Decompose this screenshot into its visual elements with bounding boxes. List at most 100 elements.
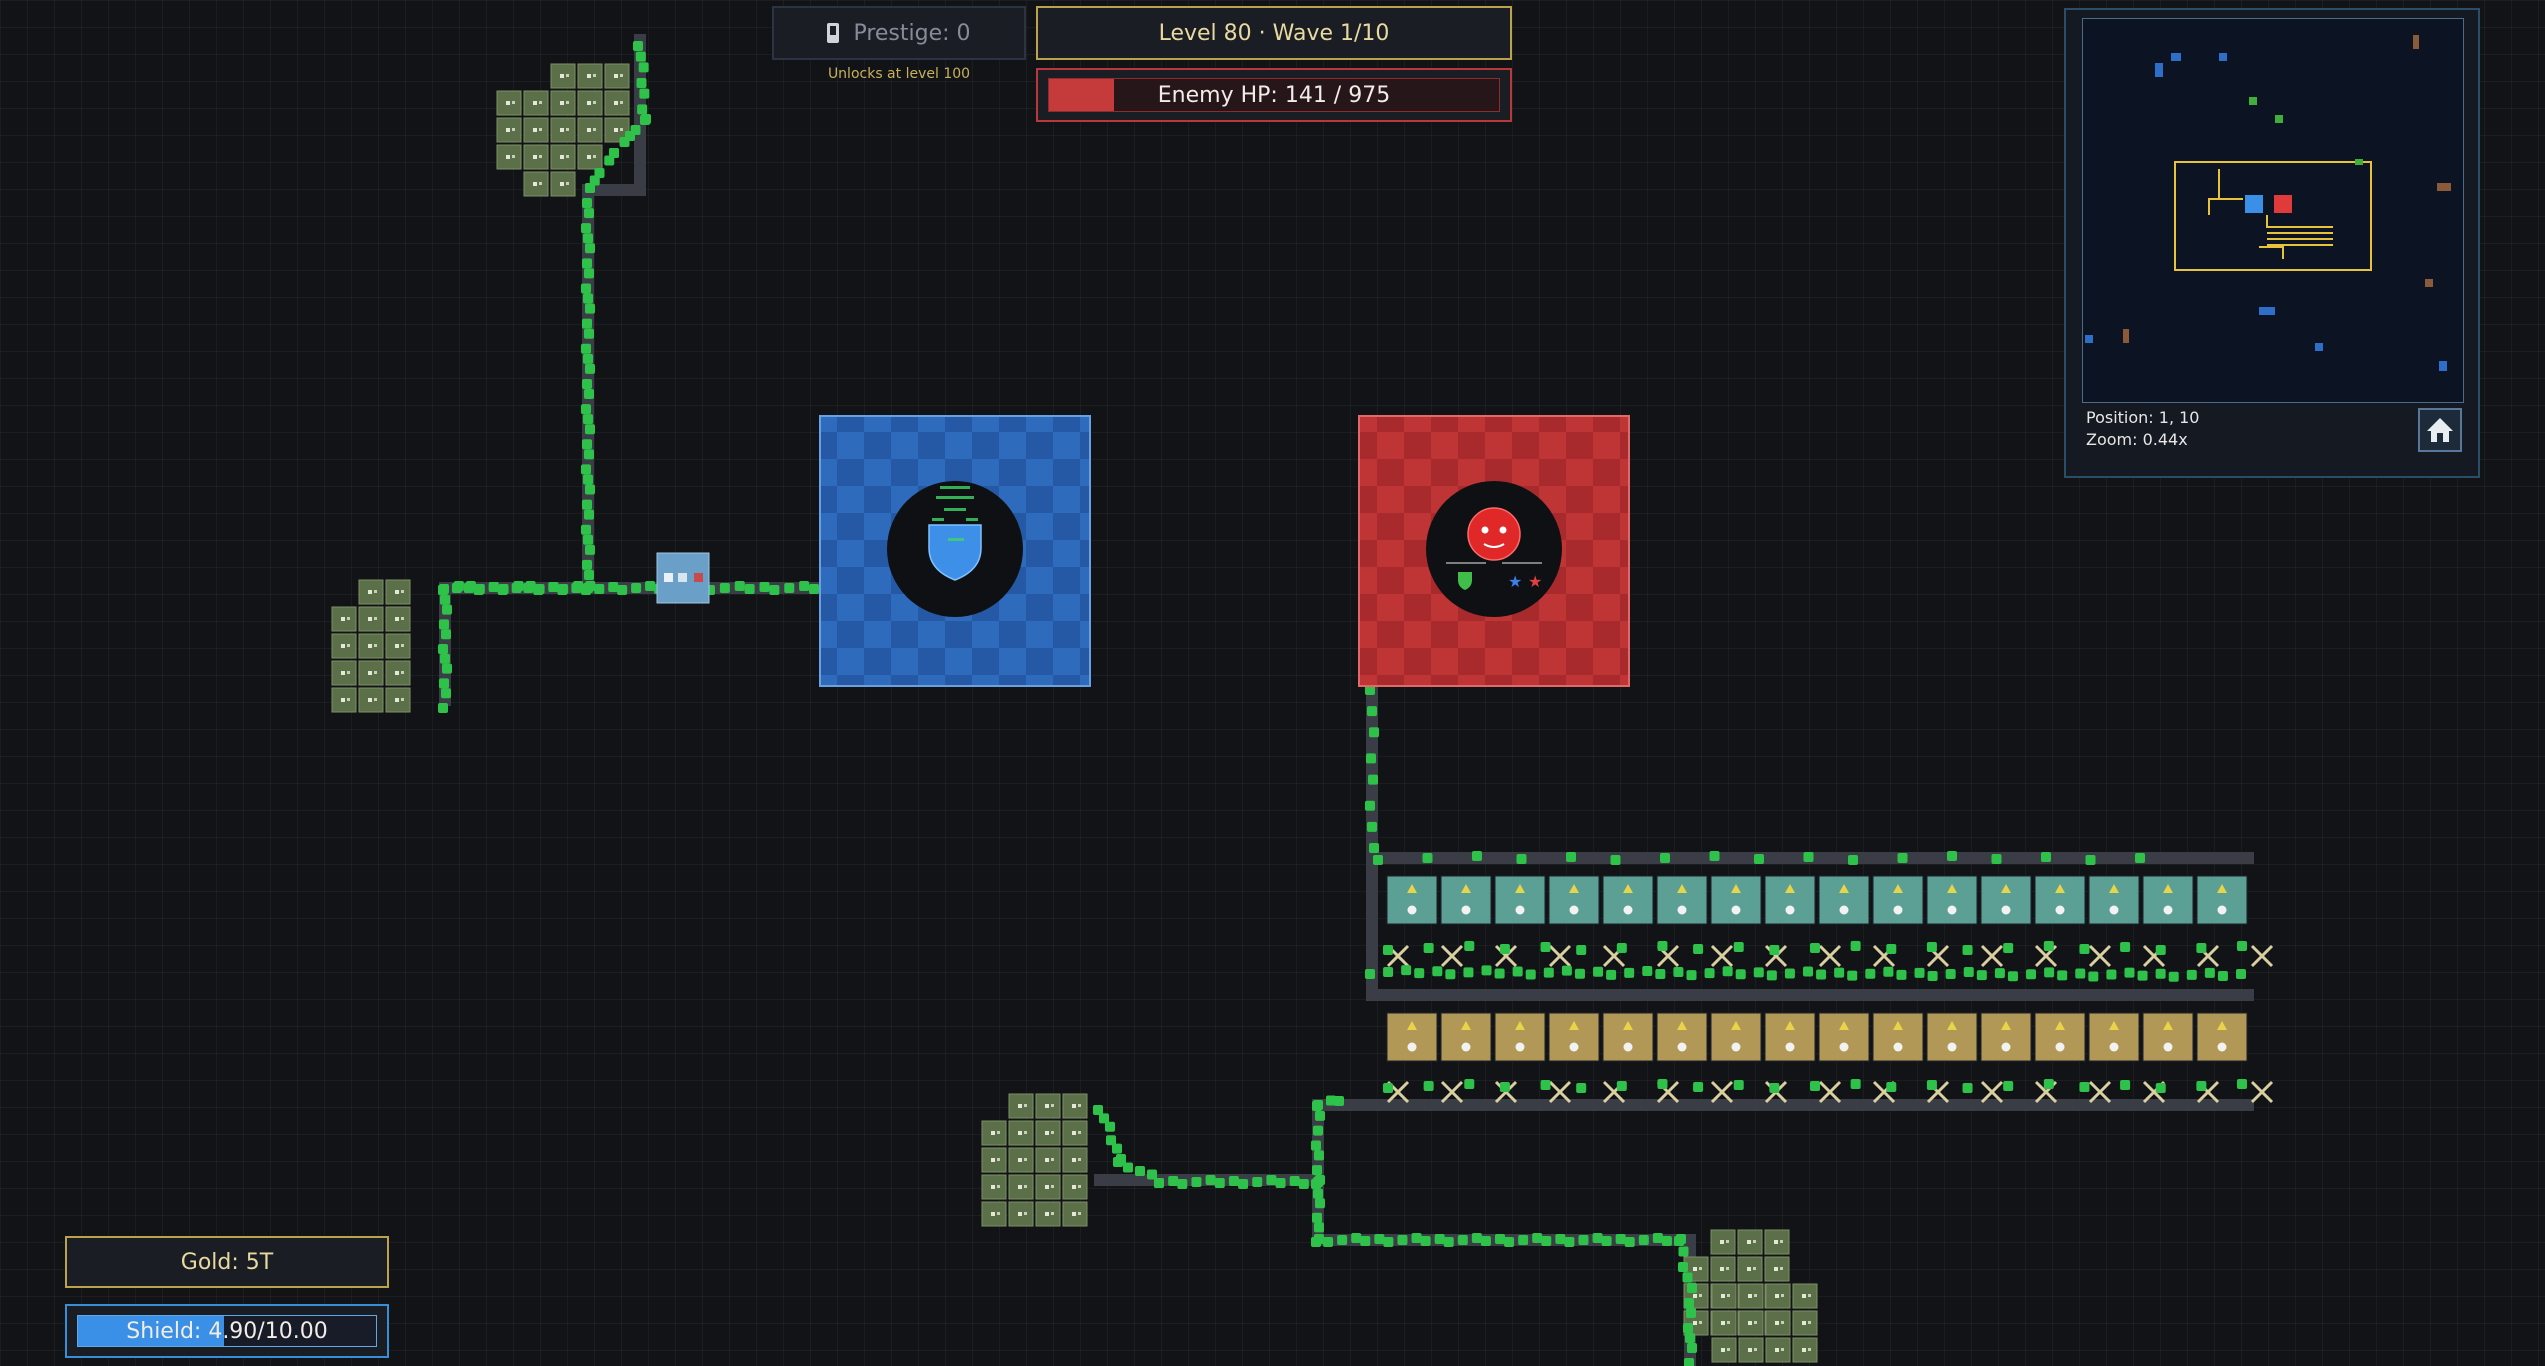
minimap-panel[interactable]: Position: 1, 10 Zoom: 0.44x [2064, 8, 2480, 478]
farm-plot[interactable] [1062, 1120, 1088, 1146]
farm-plot[interactable] [1035, 1174, 1061, 1200]
tower[interactable] [2142, 1012, 2194, 1062]
tower[interactable] [1602, 1012, 1654, 1062]
farm-plot[interactable] [1792, 1310, 1818, 1336]
tower[interactable] [1494, 875, 1546, 925]
farm-plot[interactable] [550, 63, 576, 89]
farm-plot[interactable] [1764, 1229, 1790, 1255]
farm-plot[interactable] [1035, 1147, 1061, 1173]
tower[interactable] [1548, 1012, 1600, 1062]
farm-plot[interactable] [1737, 1256, 1763, 1282]
farm-plot[interactable] [331, 687, 357, 713]
farm-plot[interactable] [331, 660, 357, 686]
tower[interactable] [1386, 1012, 1438, 1062]
tower[interactable] [1656, 1012, 1708, 1062]
home-button[interactable] [2418, 408, 2462, 452]
farm-plot[interactable] [577, 117, 603, 143]
farm-plot[interactable] [981, 1174, 1007, 1200]
farm-plot[interactable] [550, 144, 576, 170]
farm-plot[interactable] [1710, 1229, 1736, 1255]
farm-plot[interactable] [1008, 1201, 1034, 1227]
farm-plot[interactable] [358, 660, 384, 686]
farm-plot[interactable] [1008, 1174, 1034, 1200]
farm-plot[interactable] [1738, 1283, 1764, 1309]
farm-plot[interactable] [385, 579, 411, 605]
farm-plot[interactable] [523, 144, 549, 170]
tower[interactable] [2034, 1012, 2086, 1062]
farm-plot[interactable] [1008, 1147, 1034, 1173]
farm-plot[interactable] [385, 660, 411, 686]
farm-plot[interactable] [1062, 1201, 1088, 1227]
farm-plot[interactable] [550, 117, 576, 143]
farm-plot[interactable] [1062, 1147, 1088, 1173]
farm-plot[interactable] [1792, 1283, 1818, 1309]
farm-plot[interactable] [1765, 1337, 1791, 1363]
tower[interactable] [2142, 875, 2194, 925]
prestige-panel[interactable]: Prestige: 0 [772, 6, 1026, 60]
tower[interactable] [2196, 875, 2248, 925]
tower[interactable] [1872, 1012, 1924, 1062]
farm-plot[interactable] [331, 606, 357, 632]
farm-plot[interactable] [604, 63, 630, 89]
farm-plot[interactable] [523, 171, 549, 197]
tower[interactable] [1656, 875, 1708, 925]
tower[interactable] [1926, 875, 1978, 925]
farm-plot[interactable] [358, 687, 384, 713]
tower[interactable] [1980, 1012, 2032, 1062]
tower[interactable] [1926, 1012, 1978, 1062]
farm-plot[interactable] [523, 90, 549, 116]
farm-plot[interactable] [358, 606, 384, 632]
farm-plot[interactable] [604, 90, 630, 116]
tower[interactable] [1602, 875, 1654, 925]
tower[interactable] [1980, 875, 2032, 925]
tower[interactable] [1764, 875, 1816, 925]
farm-plot[interactable] [1062, 1174, 1088, 1200]
minimap-canvas[interactable] [2083, 19, 2463, 402]
enemy-base[interactable]: ★ ★ [1358, 415, 1630, 687]
farm-plot[interactable] [496, 90, 522, 116]
farm-plot[interactable] [577, 144, 603, 170]
tower[interactable] [1710, 875, 1762, 925]
farm-plot[interactable] [1035, 1093, 1061, 1119]
farm-plots[interactable] [331, 63, 1818, 1363]
farm-plot[interactable] [385, 606, 411, 632]
tower[interactable] [1818, 1012, 1870, 1062]
tower[interactable] [2034, 875, 2086, 925]
farm-plot[interactable] [331, 633, 357, 659]
tower[interactable] [1872, 875, 1924, 925]
farm-plot[interactable] [1711, 1310, 1737, 1336]
farm-plot[interactable] [577, 63, 603, 89]
farm-plot[interactable] [1738, 1310, 1764, 1336]
farm-plot[interactable] [385, 687, 411, 713]
tower[interactable] [1494, 1012, 1546, 1062]
farm-plot[interactable] [1765, 1310, 1791, 1336]
tower[interactable] [1548, 875, 1600, 925]
farm-plot[interactable] [1710, 1256, 1736, 1282]
farm-plot[interactable] [358, 633, 384, 659]
tower[interactable] [1818, 875, 1870, 925]
farm-plot[interactable] [1738, 1337, 1764, 1363]
farm-plot[interactable] [496, 117, 522, 143]
farm-plot[interactable] [1765, 1283, 1791, 1309]
farm-plot[interactable] [550, 171, 576, 197]
farm-plot[interactable] [1792, 1337, 1818, 1363]
farm-plot[interactable] [1035, 1120, 1061, 1146]
farm-plot[interactable] [385, 633, 411, 659]
farm-plot[interactable] [496, 144, 522, 170]
tower[interactable] [2088, 875, 2140, 925]
farm-plot[interactable] [1711, 1337, 1737, 1363]
tower[interactable] [1440, 875, 1492, 925]
tower[interactable] [1710, 1012, 1762, 1062]
farm-plot[interactable] [1035, 1201, 1061, 1227]
tower[interactable] [1386, 875, 1438, 925]
tower[interactable] [2088, 1012, 2140, 1062]
tower[interactable] [1764, 1012, 1816, 1062]
farm-plot[interactable] [1008, 1093, 1034, 1119]
minimap-view[interactable] [2082, 18, 2464, 403]
farm-plot[interactable] [1711, 1283, 1737, 1309]
farm-plot[interactable] [1008, 1120, 1034, 1146]
tower[interactable] [1440, 1012, 1492, 1062]
farm-plot[interactable] [981, 1120, 1007, 1146]
farm-plot[interactable] [981, 1147, 1007, 1173]
farm-plot[interactable] [550, 90, 576, 116]
